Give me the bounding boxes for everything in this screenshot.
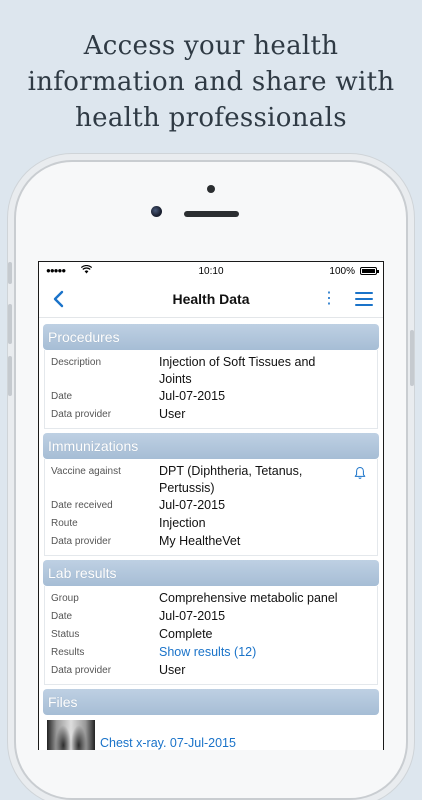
- detail-label: Status: [51, 629, 80, 640]
- detail-label: Date: [51, 611, 73, 622]
- detail-value: DPT (Diphtheria, Tetanus, Pertussis): [159, 464, 303, 495]
- immunization-card[interactable]: Vaccine against DPT (Diphtheria, Tetanus…: [44, 459, 378, 556]
- lab-result-card[interactable]: Group Comprehensive metabolic panel Date…: [44, 586, 378, 685]
- section-header-immunizations: Immunizations: [43, 433, 379, 459]
- xray-thumbnail: [47, 720, 95, 750]
- more-options-icon[interactable]: ⋮: [321, 288, 337, 310]
- detail-row: Date Jul-07-2015: [51, 608, 371, 626]
- detail-label: Date received: [51, 500, 113, 511]
- phone-camera: [151, 206, 162, 217]
- bell-icon[interactable]: [353, 466, 367, 480]
- phone-volume-down: [8, 356, 12, 396]
- file-link[interactable]: Chest x-ray. 07-Jul-2015: [100, 736, 236, 750]
- headline-line-2: information and share with: [27, 67, 395, 97]
- app-screen: ●●●●● 10:10 100% Health Data ⋮ Procedure…: [38, 261, 384, 750]
- detail-label: Results: [51, 647, 85, 658]
- detail-row: Results Show results (12): [51, 644, 371, 662]
- section-header-files: Files: [43, 689, 379, 715]
- phone-silent-switch: [8, 262, 12, 284]
- detail-value: Jul-07-2015: [159, 609, 226, 623]
- detail-row: Route Injection: [51, 515, 371, 533]
- hamburger-menu-icon[interactable]: [355, 292, 373, 306]
- detail-row: Data provider My HealtheVet: [51, 533, 371, 551]
- detail-label: Data provider: [51, 665, 112, 676]
- file-item[interactable]: Chest x-ray. 07-Jul-2015: [43, 715, 379, 750]
- detail-row: Data provider User: [51, 406, 371, 424]
- detail-value: My HealtheVet: [159, 534, 241, 548]
- health-data-list: Procedures Description Injection of Soft…: [39, 318, 383, 750]
- phone-speaker: [184, 211, 239, 217]
- marketing-headline: Access your health information and share…: [0, 28, 422, 136]
- headline-line-3: health professionals: [75, 103, 347, 133]
- battery-icon: [360, 267, 379, 275]
- battery-percentage: 100%: [329, 266, 355, 277]
- detail-row: Status Complete: [51, 626, 371, 644]
- phone-power-button: [410, 330, 414, 386]
- detail-value: Jul-07-2015: [159, 498, 226, 512]
- detail-row: Date received Jul-07-2015: [51, 497, 371, 515]
- detail-value: Jul-07-2015: [159, 389, 226, 403]
- detail-label: Data provider: [51, 536, 112, 547]
- detail-value: User: [159, 407, 186, 421]
- phone-sensor: [207, 185, 215, 193]
- navigation-bar: Health Data ⋮: [39, 281, 383, 318]
- detail-value: Injection: [159, 516, 206, 530]
- detail-label: Description: [51, 357, 102, 368]
- procedure-card[interactable]: Description Injection of Soft Tissues an…: [44, 350, 378, 429]
- detail-label: Group: [51, 593, 79, 604]
- detail-row: Description Injection of Soft Tissues an…: [51, 354, 371, 388]
- detail-row: Data provider User: [51, 662, 371, 680]
- phone-volume-up: [8, 304, 12, 344]
- detail-value: User: [159, 663, 186, 677]
- detail-label: Data provider: [51, 409, 112, 420]
- detail-label: Route: [51, 518, 78, 529]
- detail-value: Comprehensive metabolic panel: [159, 591, 338, 605]
- detail-row: Vaccine against DPT (Diphtheria, Tetanus…: [51, 463, 371, 497]
- detail-value: Injection of Soft Tissues and Joints: [159, 355, 316, 386]
- section-header-procedures: Procedures: [43, 324, 379, 350]
- detail-label: Date: [51, 391, 73, 402]
- detail-row: Group Comprehensive metabolic panel: [51, 590, 371, 608]
- headline-line-1: Access your health: [83, 31, 339, 61]
- show-results-link[interactable]: Show results (12): [159, 644, 371, 661]
- detail-label: Vaccine against: [51, 466, 121, 477]
- status-bar: ●●●●● 10:10 100%: [39, 262, 383, 281]
- detail-value: Complete: [159, 627, 213, 641]
- detail-row: Date Jul-07-2015: [51, 388, 371, 406]
- section-header-lab-results: Lab results: [43, 560, 379, 586]
